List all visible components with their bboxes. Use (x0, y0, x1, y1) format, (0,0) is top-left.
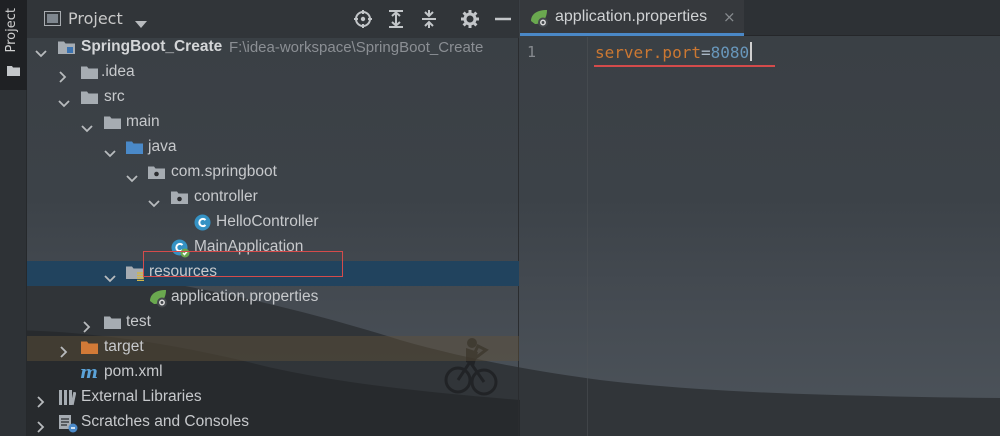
tab-label: application.properties (555, 8, 708, 25)
tree-item-main[interactable]: main (27, 111, 519, 136)
settings-icon[interactable] (460, 9, 480, 29)
chevron-right-icon[interactable] (37, 419, 45, 436)
property-value: 8080 (710, 43, 750, 62)
tree-item-scratches[interactable]: Scratches and Consoles (27, 411, 519, 436)
chevron-down-icon[interactable] (35, 44, 47, 62)
property-key: server.port (595, 43, 701, 62)
tree-item-label: SpringBoot_Create (81, 38, 223, 55)
tree-item-src[interactable]: src (27, 86, 519, 111)
source-folder-icon (126, 140, 143, 159)
project-tool-tab-label: Project (4, 8, 19, 53)
tree-item-label: idea (105, 63, 135, 80)
scratches-icon (58, 414, 78, 436)
hide-icon[interactable] (493, 9, 513, 29)
tree-item-package[interactable]: com.springboot (27, 161, 519, 186)
chevron-down-icon[interactable] (148, 194, 160, 212)
tree-item-label: HelloController (216, 213, 319, 230)
chevron-down-icon[interactable] (135, 15, 147, 33)
chevron-down-icon[interactable] (58, 94, 70, 112)
tree-item-label: pom.xml (104, 363, 163, 380)
tree-item-label: java (148, 138, 177, 155)
project-panel-header: Project (27, 0, 519, 38)
tree-item-label: Scratches and Consoles (81, 413, 250, 430)
collapse-all-icon[interactable] (419, 9, 439, 29)
spring-properties-icon (530, 9, 550, 32)
package-icon (171, 190, 188, 209)
tool-window-stripe: Project (0, 0, 27, 436)
expand-all-icon[interactable] (386, 9, 406, 29)
tree-item-pom[interactable]: m pom.xml (27, 361, 519, 386)
java-class-icon (194, 214, 211, 235)
chevron-down-icon[interactable] (104, 144, 116, 162)
tree-item-controller[interactable]: controller (27, 186, 519, 211)
tree-item-label: External Libraries (81, 388, 202, 405)
chevron-right-icon[interactable] (37, 394, 45, 412)
tree-item-label: test (126, 313, 151, 330)
excluded-folder-icon (81, 340, 98, 359)
tree-item-label: application.properties (171, 288, 319, 305)
project-path: F:\idea-workspace\SpringBoot_Create (229, 39, 484, 56)
project-panel: Project SpringBoot_Create F:\idea-worksp… (27, 0, 519, 436)
editor-area: application.properties × 1 server.port=8… (520, 0, 1000, 436)
maven-icon: m (80, 363, 98, 383)
tree-item-external-libraries[interactable]: External Libraries (27, 386, 519, 411)
folder-icon (7, 62, 20, 80)
tree-item-label: controller (194, 188, 258, 205)
highlight-underline (594, 65, 775, 67)
chevron-right-icon[interactable] (59, 69, 67, 87)
tree-item-idea[interactable]: .idea (27, 61, 519, 86)
chevron-down-icon[interactable] (81, 119, 93, 137)
folder-icon (81, 65, 98, 84)
project-panel-title[interactable]: Project (68, 9, 123, 28)
tree-item-test[interactable]: test (27, 311, 519, 336)
tree-item-label: com.springboot (171, 163, 277, 180)
folder-icon (81, 90, 98, 109)
tree-item-root[interactable]: SpringBoot_Create F:\idea-workspace\Spri… (27, 36, 519, 61)
tree-item-label: src (104, 88, 125, 105)
spring-properties-icon (149, 289, 169, 312)
project-tool-tab[interactable]: Project (0, 0, 27, 90)
project-view-icon (44, 11, 61, 30)
tree-item-label: main (126, 113, 160, 130)
chevron-down-icon[interactable] (104, 269, 116, 287)
text-cursor (750, 42, 753, 61)
chevron-right-icon[interactable] (83, 319, 91, 337)
library-icon (58, 389, 77, 410)
module-folder-icon (58, 40, 75, 59)
tree-item-application-properties[interactable]: application.properties (27, 286, 519, 311)
chevron-down-icon[interactable] (126, 169, 138, 187)
tree-item-target[interactable]: target (27, 336, 519, 361)
tree-item-label: target (104, 338, 144, 355)
tab-application-properties[interactable]: application.properties × (520, 0, 744, 36)
highlight-box (143, 251, 343, 277)
locate-icon[interactable] (353, 9, 373, 29)
package-icon (148, 165, 165, 184)
code-line[interactable]: server.port=8080 (595, 42, 753, 62)
chevron-right-icon[interactable] (60, 344, 68, 362)
folder-icon (104, 315, 121, 334)
property-equals: = (700, 43, 711, 62)
tree-item-hello-controller[interactable]: HelloController (27, 211, 519, 236)
editor-tab-bar: application.properties × (520, 0, 1000, 36)
close-icon[interactable]: × (723, 8, 736, 26)
tree-item-java[interactable]: java (27, 136, 519, 161)
folder-icon (104, 115, 121, 134)
line-number: 1 (527, 43, 537, 61)
line-number-gutter: 1 (520, 37, 588, 436)
